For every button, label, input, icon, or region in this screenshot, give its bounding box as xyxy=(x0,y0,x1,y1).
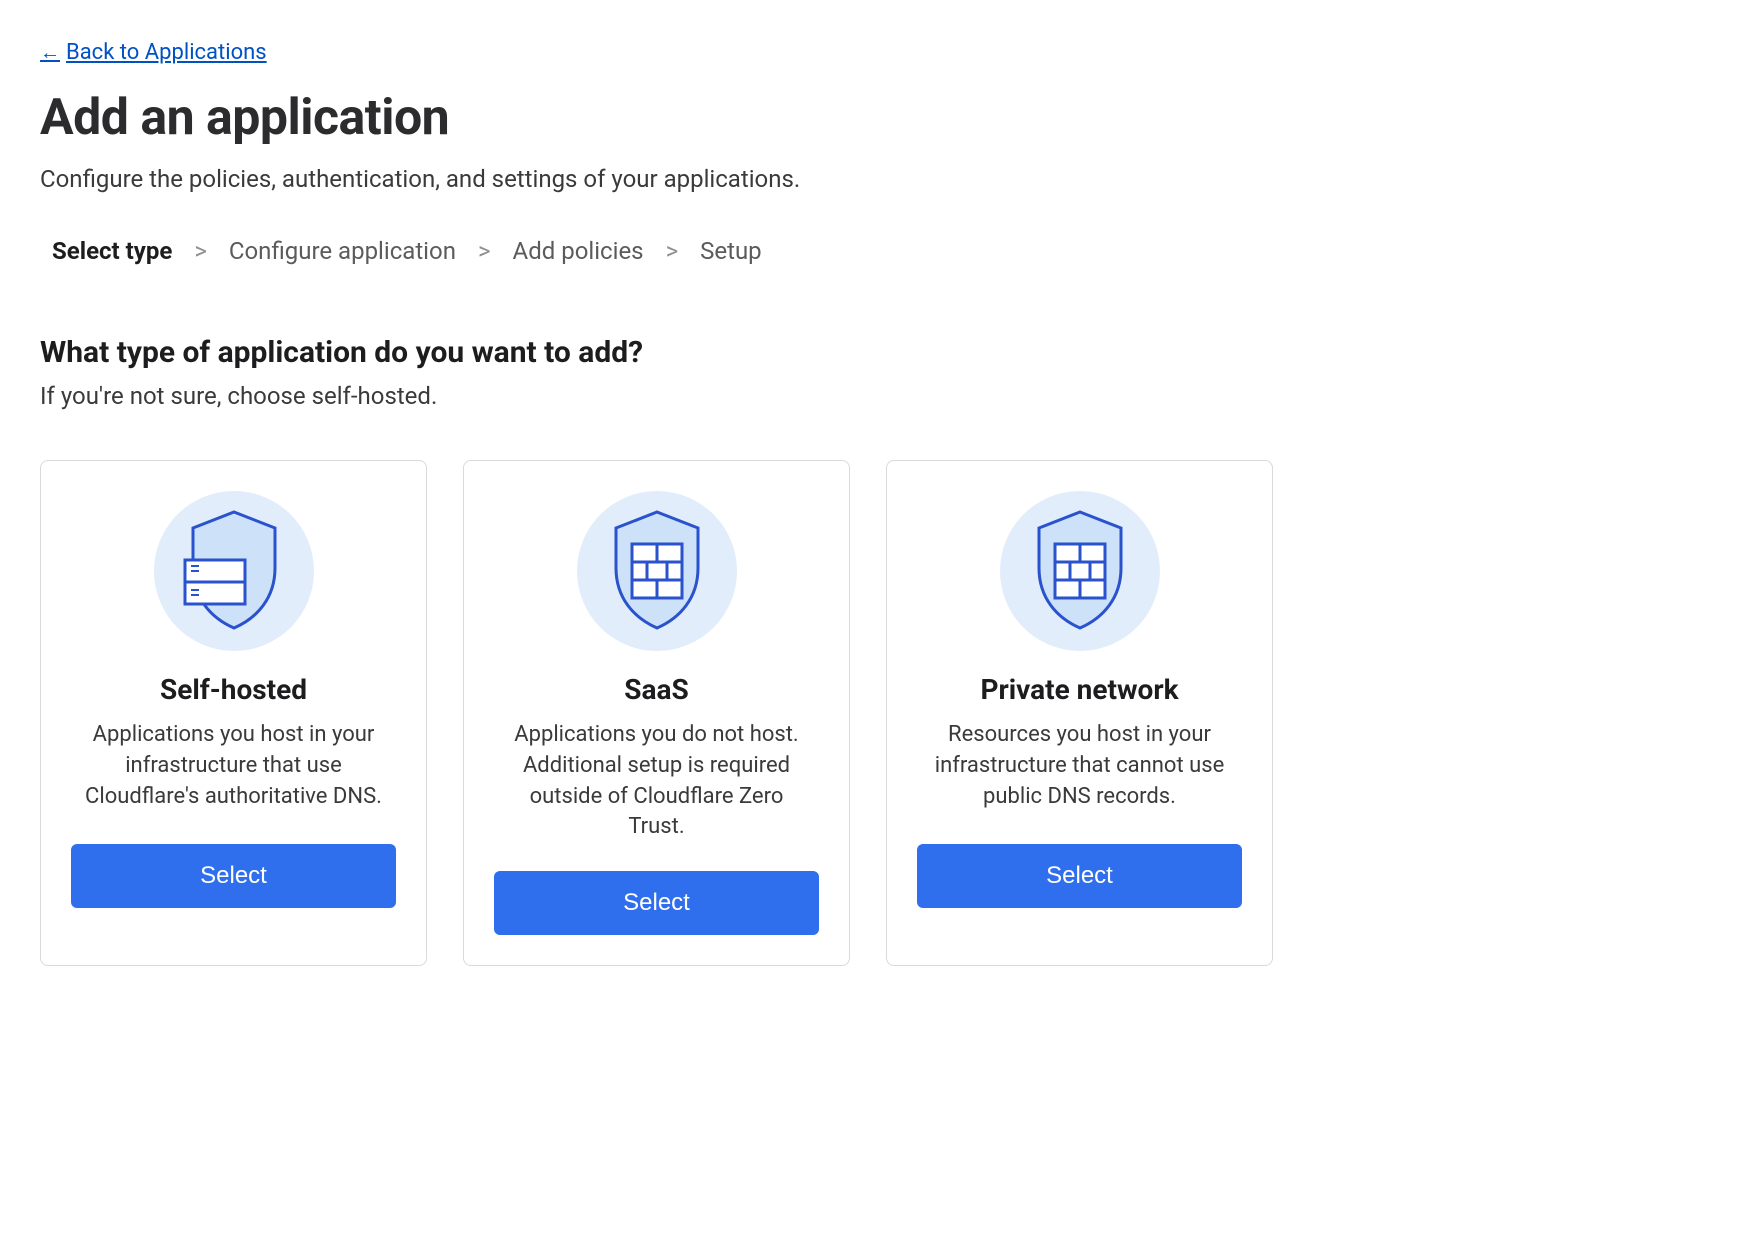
shield-server-icon xyxy=(154,491,314,651)
card-description: Applications you host in your infrastruc… xyxy=(71,720,396,816)
card-description: Applications you do not host. Additional… xyxy=(494,720,819,843)
card-self-hosted: Self-hosted Applications you host in you… xyxy=(40,460,427,966)
shield-wall-icon xyxy=(577,491,737,651)
select-self-hosted-button[interactable]: Select xyxy=(71,844,396,908)
card-title: Self-hosted xyxy=(160,673,307,706)
card-private-network: Private network Resources you host in yo… xyxy=(886,460,1273,966)
card-title: SaaS xyxy=(624,673,688,706)
section-sub: If you're not sure, choose self-hosted. xyxy=(40,382,1714,410)
breadcrumb-step-configure-application: Configure application xyxy=(229,237,456,265)
chevron-right-icon: > xyxy=(194,237,207,265)
select-private-network-button[interactable]: Select xyxy=(917,844,1242,908)
chevron-right-icon: > xyxy=(666,237,679,265)
chevron-right-icon: > xyxy=(478,237,491,265)
breadcrumb: Select type > Configure application > Ad… xyxy=(40,237,1714,265)
card-description: Resources you host in your infrastructur… xyxy=(917,720,1242,816)
breadcrumb-step-add-policies: Add policies xyxy=(513,237,644,265)
select-saas-button[interactable]: Select xyxy=(494,871,819,935)
arrow-left-icon: ← xyxy=(40,40,60,65)
page-subtitle: Configure the policies, authentication, … xyxy=(40,165,1714,193)
page-title: Add an application xyxy=(40,89,1714,147)
application-type-cards: Self-hosted Applications you host in you… xyxy=(40,460,1714,966)
card-title: Private network xyxy=(980,673,1178,706)
shield-wall-icon xyxy=(1000,491,1160,651)
section-heading: What type of application do you want to … xyxy=(40,335,1714,370)
back-link-label: Back to Applications xyxy=(66,40,267,65)
back-to-applications-link[interactable]: ← Back to Applications xyxy=(40,40,267,65)
breadcrumb-step-setup: Setup xyxy=(700,237,762,265)
card-saas: SaaS Applications you do not host. Addit… xyxy=(463,460,850,966)
breadcrumb-step-select-type: Select type xyxy=(52,237,172,265)
